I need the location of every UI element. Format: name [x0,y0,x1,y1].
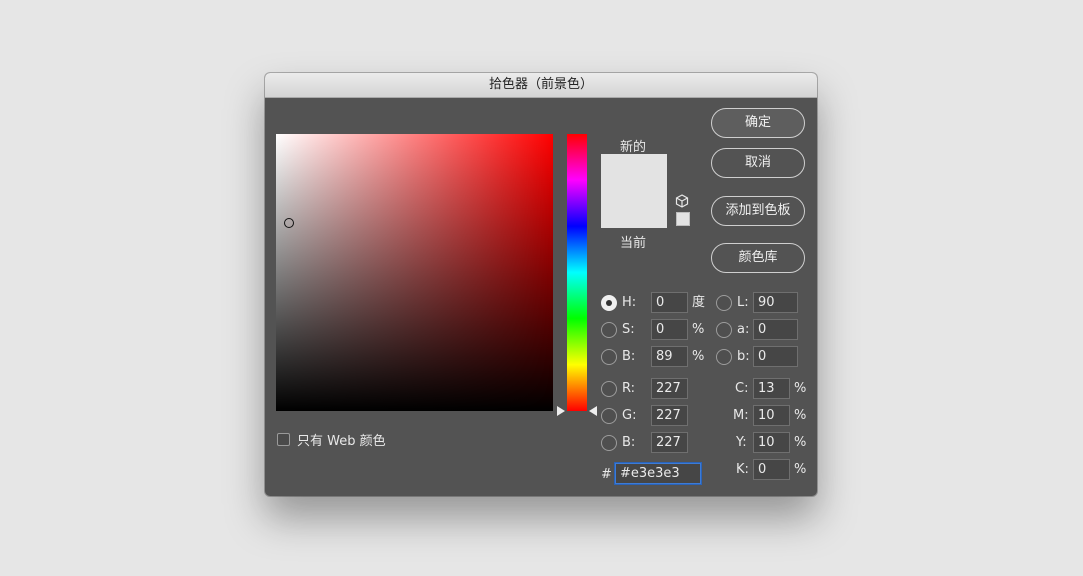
saturation-unit: % [692,322,705,337]
label-red: R: [622,381,636,396]
green-input[interactable]: 227 [651,405,688,426]
hue-slider-left-handle-icon[interactable] [557,406,565,416]
cyan-input[interactable]: 13 [753,378,790,399]
yellow-unit: % [794,435,807,450]
radio-blue[interactable] [601,435,617,451]
label-a: a: [737,322,750,337]
web-colors-only-label: 只有 Web 颜色 [297,434,386,449]
color-libraries-button[interactable]: 颜色库 [711,243,805,273]
radio-green[interactable] [601,408,617,424]
blue-input[interactable]: 227 [651,432,688,453]
label-green: G: [622,408,637,423]
hue-slider-right-handle-icon[interactable] [589,406,597,416]
radio-red[interactable] [601,381,617,397]
black-unit: % [794,462,807,477]
window-title: 拾色器（前景色） [265,73,817,98]
add-to-swatches-button[interactable]: 添加到色板 [711,196,805,226]
label-magenta: M: [733,408,749,423]
a-input[interactable]: 0 [753,319,798,340]
label-yellow: Y: [736,435,747,450]
label-cyan: C: [735,381,749,396]
new-color-label: 新的 [620,140,647,155]
color-picker-dialog: 拾色器（前景色） 只有 Web 颜色 新的 当前 确定 取消 添加到色板 颜色库… [265,73,817,496]
label-lab-b: b: [737,349,750,364]
current-color-swatch[interactable] [601,191,667,228]
label-hex: # [601,467,612,482]
saturation-brightness-field[interactable] [276,134,553,411]
brightness-input[interactable]: 89 [651,346,688,367]
label-black: K: [736,462,749,477]
label-lightness: L: [737,295,749,310]
web-colors-only-option[interactable]: 只有 Web 颜色 [277,430,386,449]
radio-brightness[interactable] [601,349,617,365]
radio-saturation[interactable] [601,322,617,338]
new-color-swatch [601,154,667,191]
radio-lab-b[interactable] [716,349,732,365]
radio-hue[interactable] [601,295,617,311]
cyan-unit: % [794,381,807,396]
saturation-input[interactable]: 0 [651,319,688,340]
magenta-input[interactable]: 10 [753,405,790,426]
lightness-input[interactable]: 90 [753,292,798,313]
label-brightness: B: [622,349,636,364]
brightness-unit: % [692,349,705,364]
ok-button[interactable]: 确定 [711,108,805,138]
hex-input[interactable]: #e3e3e3 [615,463,701,484]
magenta-unit: % [794,408,807,423]
current-color-label: 当前 [620,236,647,251]
websafe-color-swatch[interactable] [676,212,690,226]
label-hue: H: [622,295,637,310]
color-field-marker[interactable] [284,218,294,228]
cube-icon[interactable] [675,194,689,208]
radio-a[interactable] [716,322,732,338]
lab-b-input[interactable]: 0 [753,346,798,367]
web-colors-only-checkbox[interactable] [277,433,290,446]
cancel-button[interactable]: 取消 [711,148,805,178]
label-saturation: S: [622,322,635,337]
yellow-input[interactable]: 10 [753,432,790,453]
hue-slider[interactable] [567,134,587,411]
red-input[interactable]: 227 [651,378,688,399]
radio-lightness[interactable] [716,295,732,311]
hue-unit: 度 [692,295,706,310]
label-blue: B: [622,435,636,450]
black-input[interactable]: 0 [753,459,790,480]
hue-input[interactable]: 0 [651,292,688,313]
